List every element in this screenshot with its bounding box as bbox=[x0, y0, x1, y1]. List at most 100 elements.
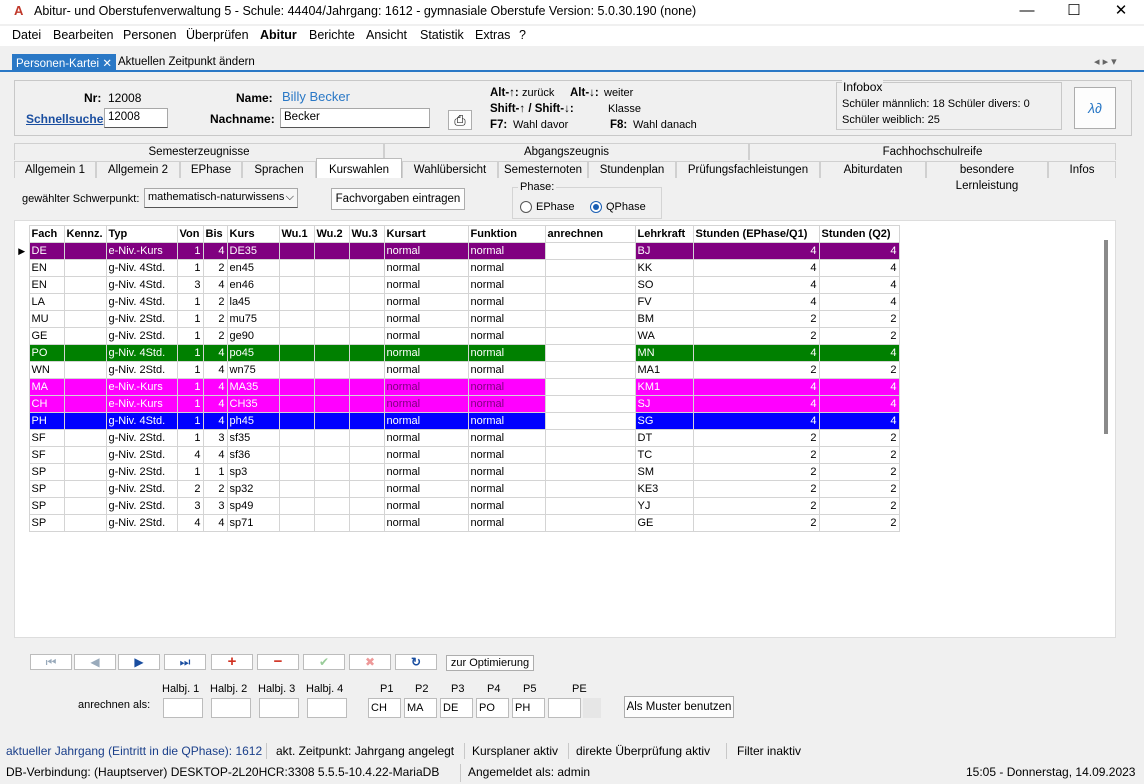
table-row[interactable]: EN g-Niv. 4Std. 1 2 en45 normal normal KK 4 4 bbox=[15, 259, 900, 277]
column-header[interactable]: Wu.1 bbox=[278, 225, 315, 243]
table-cell[interactable]: FV bbox=[634, 293, 694, 311]
table-cell[interactable] bbox=[278, 446, 315, 464]
table-cell[interactable] bbox=[348, 259, 385, 277]
table-cell[interactable]: g-Niv. 4Std. bbox=[105, 344, 178, 362]
table-cell[interactable]: 2 bbox=[202, 310, 228, 328]
table-cell[interactable]: sp71 bbox=[226, 514, 280, 532]
table-cell[interactable]: g-Niv. 2Std. bbox=[105, 361, 178, 379]
table-cell[interactable]: e-Niv.-Kurs bbox=[105, 395, 178, 413]
table-cell[interactable]: 4 bbox=[176, 514, 204, 532]
table-cell[interactable]: normal bbox=[467, 344, 546, 362]
tab-sprachen[interactable]: Sprachen bbox=[242, 161, 316, 178]
column-header[interactable]: Kennz. bbox=[63, 225, 107, 243]
table-cell[interactable]: normal bbox=[383, 310, 469, 328]
row-header[interactable] bbox=[15, 412, 29, 430]
table-cell[interactable]: sp3 bbox=[226, 463, 280, 481]
table-cell[interactable]: ph45 bbox=[226, 412, 280, 430]
table-cell[interactable]: normal bbox=[383, 361, 469, 379]
add-button[interactable]: + bbox=[211, 654, 253, 670]
table-cell[interactable]: normal bbox=[467, 463, 546, 481]
table-cell[interactable] bbox=[348, 446, 385, 464]
p1-input[interactable]: CH bbox=[368, 698, 401, 718]
table-cell[interactable] bbox=[278, 514, 315, 532]
row-header[interactable] bbox=[15, 446, 29, 464]
table-cell[interactable] bbox=[63, 293, 107, 311]
table-cell[interactable]: g-Niv. 4Std. bbox=[105, 276, 178, 294]
table-cell[interactable] bbox=[278, 361, 315, 379]
table-cell[interactable]: 2 bbox=[202, 480, 228, 498]
table-cell[interactable]: 2 bbox=[692, 361, 820, 379]
column-header[interactable]: Stunden (Q2) bbox=[818, 225, 900, 243]
table-cell[interactable]: normal bbox=[467, 514, 546, 532]
table-cell[interactable] bbox=[313, 395, 350, 413]
table-cell[interactable]: normal bbox=[383, 327, 469, 345]
halbj-1-input[interactable] bbox=[163, 698, 203, 718]
table-row[interactable]: SP g-Niv. 2Std. 1 1 sp3 normal normal SM 2 2 bbox=[15, 463, 900, 481]
table-cell[interactable]: 2 bbox=[692, 514, 820, 532]
table-cell[interactable] bbox=[544, 344, 636, 362]
table-cell[interactable]: g-Niv. 2Std. bbox=[105, 327, 178, 345]
table-cell[interactable] bbox=[63, 259, 107, 277]
row-header[interactable] bbox=[15, 429, 29, 447]
table-cell[interactable] bbox=[348, 293, 385, 311]
table-cell[interactable]: e-Niv.-Kurs bbox=[105, 242, 178, 260]
table-cell[interactable] bbox=[278, 497, 315, 515]
column-header[interactable]: Kursart bbox=[383, 225, 469, 243]
row-header[interactable] bbox=[15, 463, 29, 481]
table-row[interactable]: GE g-Niv. 2Std. 1 2 ge90 normal normal WA 2 2 bbox=[15, 327, 900, 345]
table-row[interactable]: SP g-Niv. 2Std. 3 3 sp49 normal normal YJ 2 2 bbox=[15, 497, 900, 515]
table-cell[interactable]: normal bbox=[467, 327, 546, 345]
table-row[interactable]: PH g-Niv. 4Std. 1 4 ph45 normal normal SG 4 4 bbox=[15, 412, 900, 430]
table-cell[interactable]: po45 bbox=[226, 344, 280, 362]
table-cell[interactable]: 4 bbox=[818, 395, 900, 413]
table-cell[interactable]: 4 bbox=[202, 446, 228, 464]
table-cell[interactable] bbox=[544, 497, 636, 515]
menu-datei[interactable]: Datei bbox=[12, 28, 41, 42]
table-cell[interactable]: normal bbox=[467, 429, 546, 447]
table-cell[interactable]: WA bbox=[634, 327, 694, 345]
table-cell[interactable]: MA1 bbox=[634, 361, 694, 379]
table-cell[interactable]: DT bbox=[634, 429, 694, 447]
table-cell[interactable]: PH bbox=[28, 412, 65, 430]
table-cell[interactable]: BM bbox=[634, 310, 694, 328]
table-cell[interactable]: 4 bbox=[202, 514, 228, 532]
table-row[interactable]: ▶ DE e-Niv.-Kurs 1 4 DE35 normal normal BJ 4 4 bbox=[15, 242, 900, 260]
table-cell[interactable] bbox=[348, 463, 385, 481]
tab-wahluebersicht[interactable]: Wahlübersicht bbox=[402, 161, 498, 178]
table-cell[interactable]: normal bbox=[467, 480, 546, 498]
table-cell[interactable]: MN bbox=[634, 344, 694, 362]
table-cell[interactable]: 1 bbox=[176, 395, 204, 413]
table-cell[interactable]: 4 bbox=[176, 446, 204, 464]
table-cell[interactable] bbox=[544, 242, 636, 260]
tab-kurswahlen[interactable]: Kurswahlen bbox=[316, 158, 402, 178]
table-cell[interactable]: 1 bbox=[176, 327, 204, 345]
table-cell[interactable]: normal bbox=[383, 497, 469, 515]
table-cell[interactable]: ge90 bbox=[226, 327, 280, 345]
table-row[interactable]: SP g-Niv. 2Std. 2 2 sp32 normal normal KE3 2 2 bbox=[15, 480, 900, 498]
tab-infos[interactable]: Infos bbox=[1048, 161, 1116, 178]
table-cell[interactable]: KE3 bbox=[634, 480, 694, 498]
table-cell[interactable] bbox=[544, 446, 636, 464]
table-cell[interactable] bbox=[63, 446, 107, 464]
table-cell[interactable]: 1 bbox=[176, 412, 204, 430]
confirm-button[interactable]: ✔ bbox=[303, 654, 345, 670]
table-cell[interactable]: 4 bbox=[818, 378, 900, 396]
table-cell[interactable]: 3 bbox=[202, 429, 228, 447]
table-cell[interactable] bbox=[313, 276, 350, 294]
table-cell[interactable] bbox=[278, 310, 315, 328]
table-cell[interactable] bbox=[313, 429, 350, 447]
table-cell[interactable]: 4 bbox=[202, 344, 228, 362]
schnellsuche-input[interactable]: 12008 bbox=[104, 108, 168, 128]
table-cell[interactable]: normal bbox=[467, 395, 546, 413]
table-cell[interactable]: 2 bbox=[818, 310, 900, 328]
table-cell[interactable] bbox=[278, 429, 315, 447]
table-cell[interactable] bbox=[278, 463, 315, 481]
tab-stundenplan[interactable]: Stundenplan bbox=[588, 161, 676, 178]
column-header[interactable]: Wu.3 bbox=[348, 225, 385, 243]
table-cell[interactable] bbox=[278, 395, 315, 413]
table-cell[interactable] bbox=[313, 412, 350, 430]
table-cell[interactable]: g-Niv. 4Std. bbox=[105, 412, 178, 430]
table-cell[interactable] bbox=[63, 395, 107, 413]
table-cell[interactable] bbox=[313, 446, 350, 464]
table-cell[interactable] bbox=[348, 310, 385, 328]
